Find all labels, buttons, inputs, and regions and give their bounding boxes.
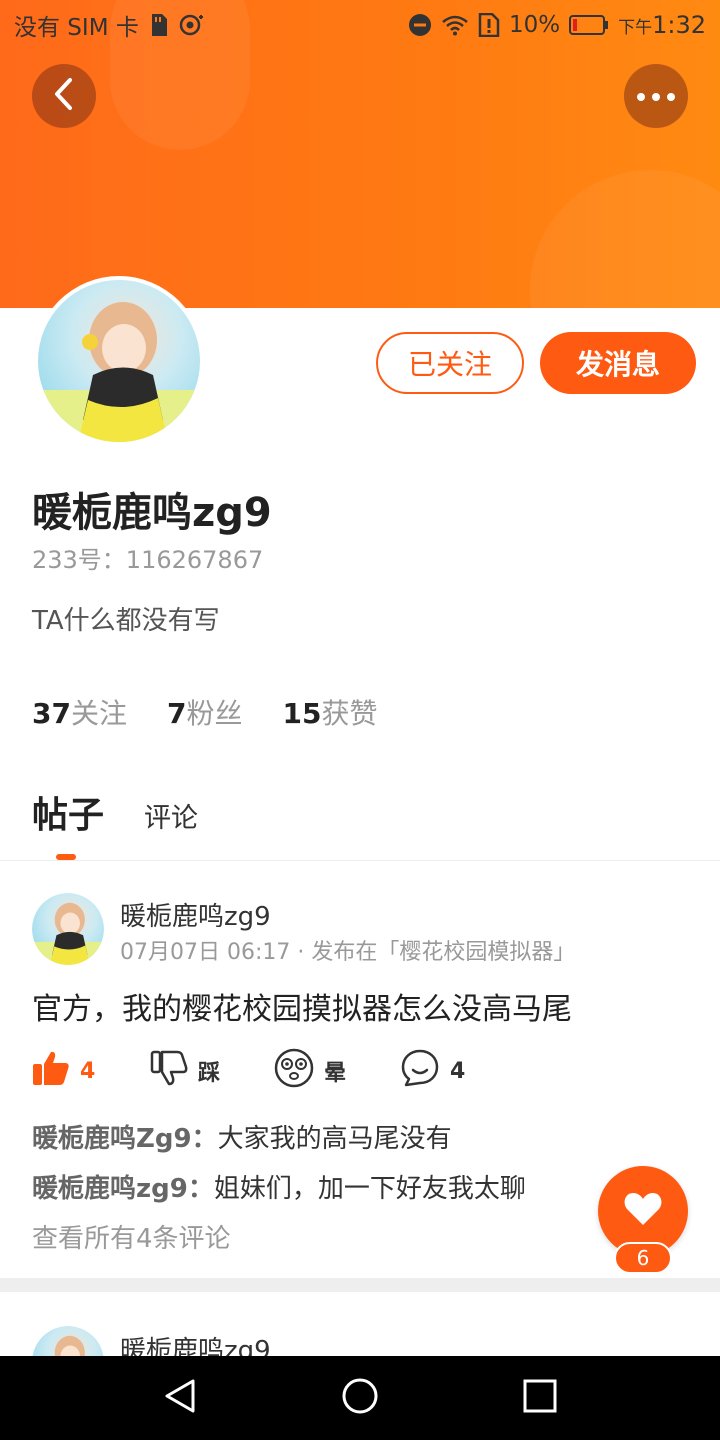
post-author-avatar[interactable] [32,893,104,965]
triangle-back-icon [163,1378,197,1418]
system-navigation-bar [0,1356,720,1440]
tab-posts[interactable]: 帖子 [32,786,104,838]
content-tabs: 帖子 评论 [32,786,198,838]
followers-stat[interactable]: 7粉丝 [167,692,243,732]
divider [0,860,720,861]
floating-like-count: 6 [614,1242,672,1274]
back-button[interactable] [32,64,96,128]
likes-stat: 15获赞 [282,697,378,730]
comment-preview[interactable]: 暖栀鹿鸣zg9：姐妹们，加一下好友我太聊 [32,1168,526,1205]
thumbs-down-icon [150,1050,188,1092]
following-stat[interactable]: 37关注 [32,692,127,732]
nav-home-button[interactable] [340,1378,380,1418]
view-all-comments-link[interactable]: 查看所有4条评论 [32,1218,231,1255]
nav-recent-apps-button[interactable] [520,1378,560,1418]
more-options-button[interactable] [624,64,688,128]
do-not-disturb-icon [408,13,432,37]
chevron-left-icon [52,77,76,115]
profile-stats: 37关注 7粉丝 15获赞 [32,692,377,732]
post-title[interactable]: 官方，我的樱花校园摸拟器怎么没高马尾 [32,984,572,1028]
post-author-name[interactable]: 暖栀鹿鸣zg9 [120,896,271,933]
more-dots-icon [636,87,676,106]
profile-name: 暖栀鹿鸣zg9 [32,490,272,536]
thumbs-up-icon [32,1050,70,1092]
comment-button[interactable]: 4 [400,1048,465,1094]
square-recents-icon [523,1379,557,1417]
dizzy-button[interactable]: 晕 [274,1048,346,1094]
carrier-text: 没有 SIM 卡 [14,15,139,41]
nav-back-button[interactable] [160,1378,200,1418]
battery-percent: 10% [508,12,561,38]
post-separator [0,1278,720,1292]
alert-icon [478,13,500,37]
dizzy-face-icon [274,1048,314,1094]
dislike-button[interactable]: 踩 [150,1050,220,1092]
post-meta: 07月07日 06:17 · 发布在「樱花校园模拟器」 [120,940,576,965]
clock: 下午1:32 [618,11,706,39]
wifi-icon [441,14,469,36]
followed-button[interactable]: 已关注 [376,332,524,394]
comment-bubble-icon [400,1048,440,1094]
profile-avatar[interactable] [34,276,204,446]
battery-icon [569,14,609,36]
banner-decoration [530,170,720,308]
profile-id: 233号：116267867 [32,546,264,574]
sim-card-icon [149,13,169,37]
like-button[interactable]: 4 [32,1050,95,1092]
post-actions: 4 踩 晕 4 [32,1048,692,1094]
circle-home-icon [341,1377,379,1419]
comment-preview[interactable]: 暖栀鹿鸣Zg9：大家我的高马尾没有 [32,1118,452,1155]
profile-bio: TA什么都没有写 [32,606,220,636]
nfc-icon [179,13,205,37]
tab-comments[interactable]: 评论 [144,796,198,835]
status-bar: 没有 SIM 卡 10% 下午1:32 [0,0,720,50]
send-message-button[interactable]: 发消息 [540,332,696,394]
heart-icon [623,1191,663,1231]
